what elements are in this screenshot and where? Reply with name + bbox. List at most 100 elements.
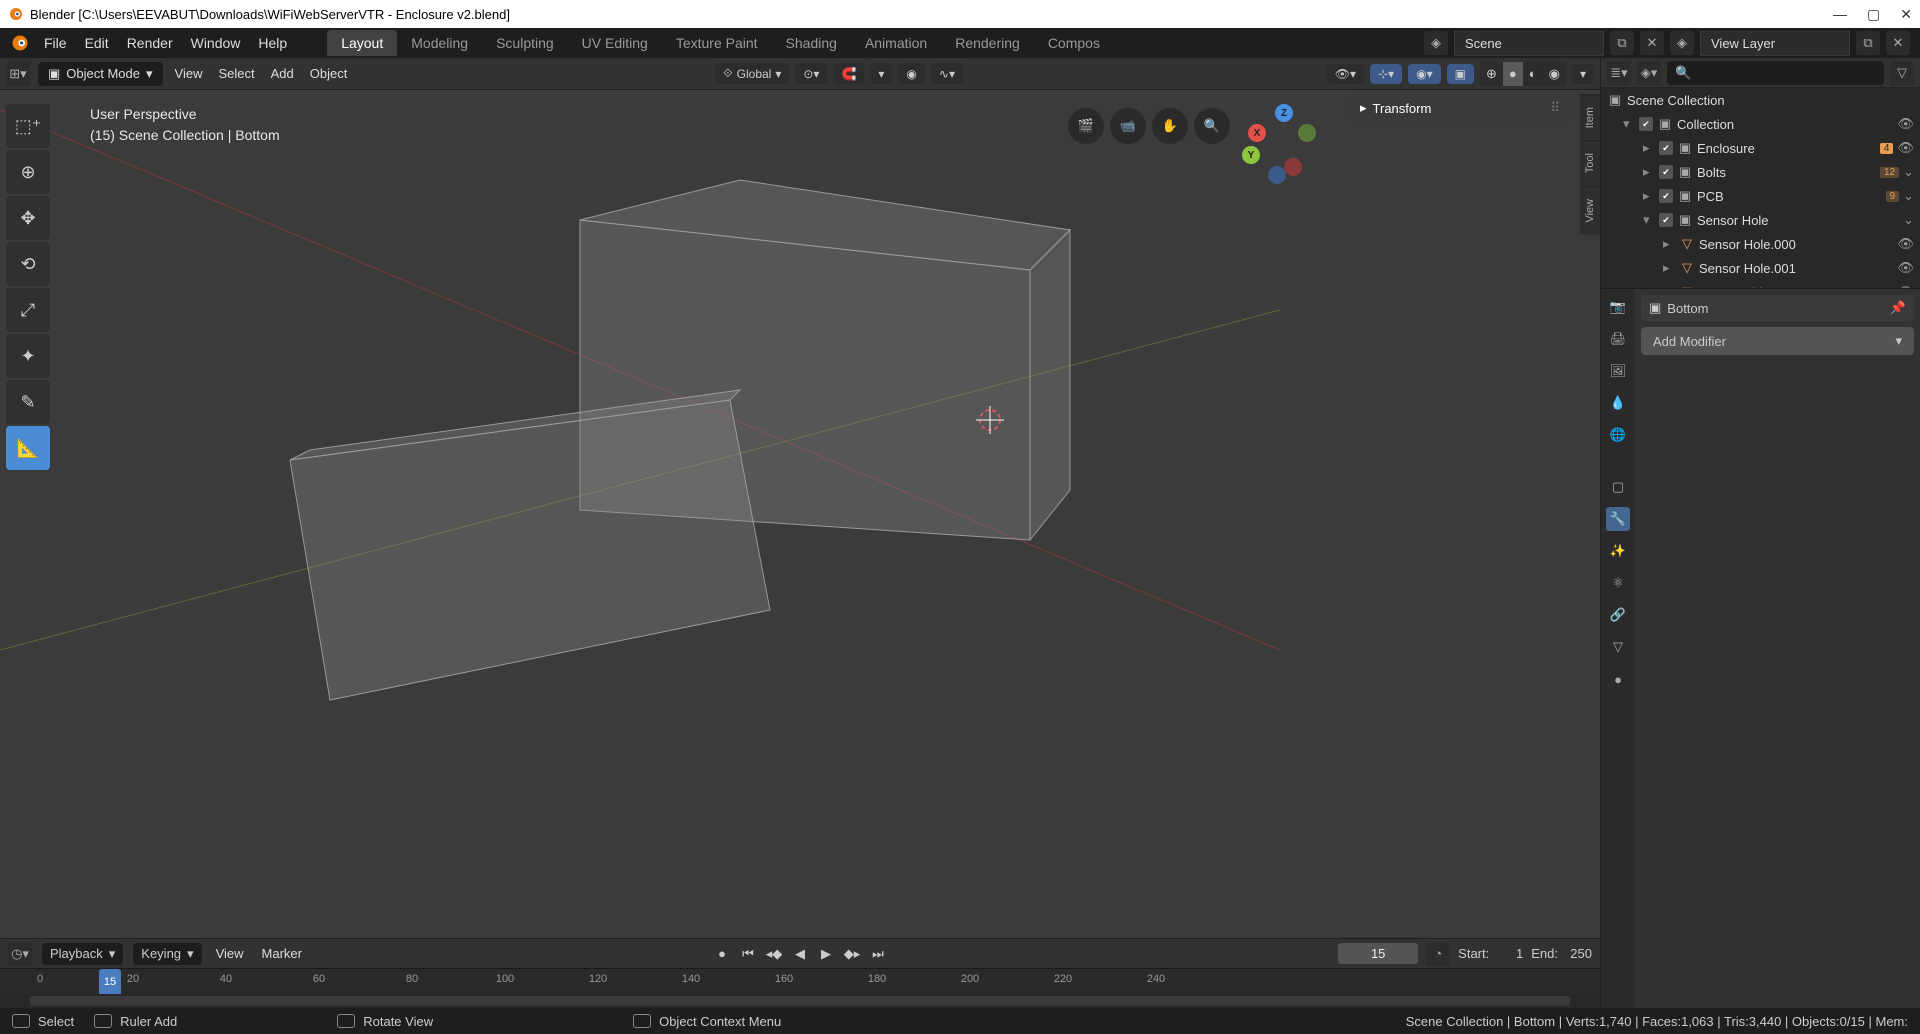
sidebar-tab-item[interactable]: Item <box>1580 94 1600 140</box>
axis-z[interactable]: Z <box>1275 104 1293 122</box>
gizmo-toggle[interactable]: ⊹▾ <box>1370 64 1402 84</box>
timeline-editor-icon[interactable]: ◷▾ <box>8 942 32 966</box>
workspace-uvediting[interactable]: UV Editing <box>568 30 662 56</box>
jump-end-icon[interactable]: ⏭ <box>867 943 889 965</box>
workspace-sculpting[interactable]: Sculpting <box>482 30 568 56</box>
scene-new-icon[interactable]: ⧉ <box>1610 31 1634 55</box>
tool-annotate[interactable]: ✎ <box>6 380 50 424</box>
viewport-menu-add[interactable]: Add <box>267 66 298 81</box>
workspace-shading[interactable]: Shading <box>772 30 851 56</box>
chevron-right-icon[interactable]: ▸ <box>1663 284 1675 288</box>
chevron-down-icon[interactable]: ▾ <box>1643 212 1655 228</box>
tree-bolts[interactable]: ▸ ✔ ▣ Bolts 12 ⌄ <box>1601 160 1920 184</box>
axis-neg-x[interactable] <box>1284 158 1302 176</box>
eye-icon[interactable]: ⌄ <box>1903 164 1914 180</box>
chevron-right-icon[interactable]: ▸ <box>1663 260 1675 276</box>
transform-orientation[interactable]: ⟐ Global ▾ <box>715 63 789 84</box>
add-modifier-button[interactable]: Add Modifier ▾ <box>1641 327 1914 355</box>
camera-view-icon[interactable]: 📹 <box>1110 108 1146 144</box>
viewlayer-name-input[interactable] <box>1700 31 1850 56</box>
scene-browse-icon[interactable]: ◈ <box>1424 31 1448 55</box>
keying-dropdown[interactable]: Keying ▾ <box>133 943 201 965</box>
visibility-dropdown[interactable]: 👁▾ <box>1327 64 1364 84</box>
workspace-texturepaint[interactable]: Texture Paint <box>662 30 772 56</box>
shading-options[interactable]: ▾ <box>1572 64 1594 84</box>
scrollbar-thumb[interactable] <box>30 996 1570 1006</box>
pivot-point[interactable]: ⊙▾ <box>795 63 827 84</box>
prop-tab-render[interactable]: 📷 <box>1606 295 1630 319</box>
outliner-filter-icon[interactable]: ▽ <box>1890 61 1914 85</box>
chevron-right-icon[interactable]: ▸ <box>1643 164 1655 180</box>
axis-neg-z[interactable] <box>1268 166 1286 184</box>
outliner-display-mode[interactable]: ◈▾ <box>1637 61 1661 85</box>
tree-scene-collection[interactable]: ▣ Scene Collection <box>1601 88 1920 112</box>
play-reverse-icon[interactable]: ◀ <box>789 943 811 965</box>
proportional-falloff[interactable]: ∿▾ <box>931 63 963 84</box>
prop-tab-physics[interactable]: ⚛ <box>1606 571 1630 595</box>
workspace-compositing[interactable]: Compos <box>1034 30 1114 56</box>
tree-enclosure[interactable]: ▸ ✔ ▣ Enclosure 4 👁 <box>1601 136 1920 160</box>
keyframe-prev-icon[interactable]: ◂◆ <box>763 943 785 965</box>
viewlayer-browse-icon[interactable]: ◈ <box>1670 31 1694 55</box>
shading-material[interactable]: ◐ <box>1523 62 1543 86</box>
prop-tab-object[interactable]: ▢ <box>1606 475 1630 499</box>
pin-icon[interactable]: 📌 <box>1890 300 1906 316</box>
timeline-menu-marker[interactable]: Marker <box>258 946 306 961</box>
prop-tab-scene[interactable]: 💧 <box>1606 391 1630 415</box>
menu-render[interactable]: Render <box>127 35 173 51</box>
shading-wireframe[interactable]: ⊕ <box>1480 62 1503 86</box>
tool-rotate[interactable]: ⟲ <box>6 242 50 286</box>
workspace-animation[interactable]: Animation <box>851 30 941 56</box>
viewport-menu-object[interactable]: Object <box>306 66 352 81</box>
prop-tab-particles[interactable]: ✨ <box>1606 539 1630 563</box>
outliner[interactable]: ▣ Scene Collection ▾ ✔ ▣ Collection 👁 ▸ … <box>1601 88 1920 288</box>
pan-view-icon[interactable]: ✋ <box>1152 108 1188 144</box>
proportional-edit[interactable]: ◉ <box>898 63 924 84</box>
tool-measure[interactable]: 📐 <box>6 426 50 470</box>
blender-logo-icon[interactable] <box>10 33 30 53</box>
axis-neg-y[interactable] <box>1298 124 1316 142</box>
prop-tab-world[interactable]: 🌐 <box>1606 423 1630 447</box>
chevron-down-icon[interactable]: ▾ <box>1623 116 1635 132</box>
playhead[interactable]: 15 <box>99 969 121 994</box>
zoom-view-icon[interactable]: 🔍 <box>1194 108 1230 144</box>
autokey-toggle[interactable]: ● <box>711 943 733 965</box>
editor-type-icon[interactable]: ⊞▾ <box>6 62 30 86</box>
mode-dropdown[interactable]: ▣ Object Mode ▾ <box>38 62 163 86</box>
tool-cursor[interactable]: ⊕ <box>6 150 50 194</box>
prop-tab-viewlayer[interactable]: 🖼 <box>1606 359 1630 383</box>
properties-breadcrumb[interactable]: ▣ Bottom 📌 <box>1641 295 1914 321</box>
outliner-search[interactable]: 🔍 <box>1667 61 1884 85</box>
tool-move[interactable]: ✥ <box>6 196 50 240</box>
menu-file[interactable]: File <box>44 35 67 51</box>
eye-icon[interactable]: ⌄ <box>1903 212 1914 228</box>
overlay-toggle[interactable]: ◉▾ <box>1408 64 1441 84</box>
viewport-menu-select[interactable]: Select <box>214 66 258 81</box>
checkbox-icon[interactable]: ✔ <box>1659 213 1673 227</box>
tree-pcb[interactable]: ▸ ✔ ▣ PCB 9 ⌄ <box>1601 184 1920 208</box>
tree-sensorhole[interactable]: ▾ ✔ ▣ Sensor Hole ⌄ <box>1601 208 1920 232</box>
timeline-strip[interactable]: 15 0 20 40 60 80 100 120 140 160 180 200… <box>0 968 1600 994</box>
menu-window[interactable]: Window <box>191 35 241 51</box>
navigation-gizmo[interactable]: Z X Y <box>1240 104 1320 184</box>
viewlayer-delete-icon[interactable]: ✕ <box>1886 31 1910 55</box>
sidebar-tab-tool[interactable]: Tool <box>1580 140 1600 185</box>
shading-rendered[interactable]: ◉ <box>1543 62 1566 86</box>
transform-panel-header[interactable]: ▸ Transform ⠿ <box>1350 94 1570 122</box>
3d-viewport[interactable]: ⬚⁺ ⊕ ✥ ⟲ ⤢ ✦ ✎ 📐 User Perspective (15) S… <box>0 90 1600 938</box>
tree-sensorhole-000[interactable]: ▸ ▽ Sensor Hole.000 👁 <box>1601 232 1920 256</box>
workspace-modeling[interactable]: Modeling <box>397 30 482 56</box>
prop-tab-constraints[interactable]: 🔗 <box>1606 603 1630 627</box>
workspace-layout[interactable]: Layout <box>327 30 397 56</box>
viewlayer-new-icon[interactable]: ⧉ <box>1856 31 1880 55</box>
tree-sensor-side-cuto[interactable]: ▸ ▽ Sensor Side Cuto 👁 <box>1601 280 1920 288</box>
snap-options[interactable]: ▾ <box>870 63 892 84</box>
tool-select-box[interactable]: ⬚⁺ <box>6 104 50 148</box>
checkbox-icon[interactable]: ✔ <box>1659 141 1673 155</box>
eye-icon[interactable]: 👁 <box>1897 140 1914 156</box>
timeline-scrollbar[interactable] <box>0 994 1600 1008</box>
use-range-icon[interactable]: ◔ <box>1426 942 1450 966</box>
snap-toggle[interactable]: 🧲 <box>833 63 864 84</box>
eye-icon[interactable]: 👁 <box>1897 260 1914 276</box>
viewport-menu-view[interactable]: View <box>171 66 207 81</box>
